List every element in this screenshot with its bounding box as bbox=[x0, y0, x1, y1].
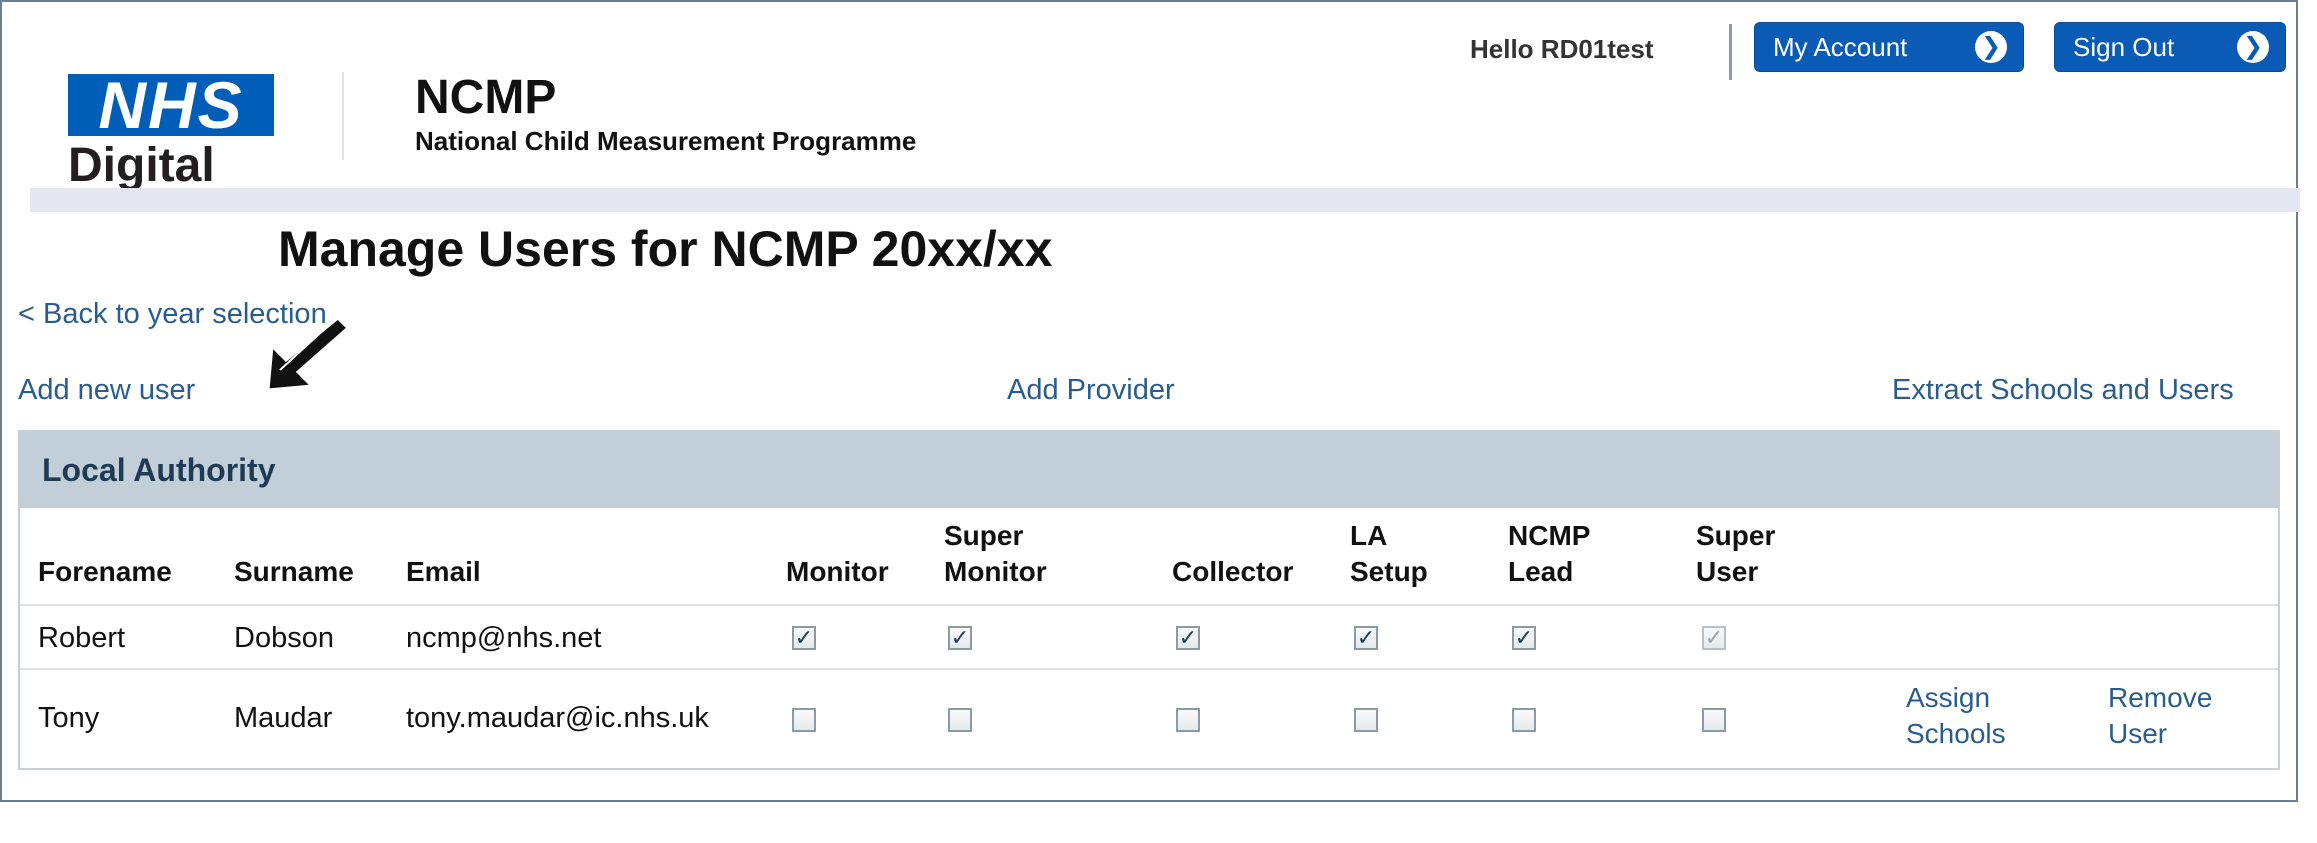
user-greeting: Hello RD01test bbox=[1470, 34, 1654, 64]
header-divider bbox=[342, 72, 344, 160]
cell-surname: Dobson bbox=[234, 622, 334, 654]
chevron-right-icon: ❯ bbox=[2237, 31, 2269, 63]
cell-email: ncmp@nhs.net bbox=[406, 622, 602, 654]
col-monitor: Monitor bbox=[786, 556, 889, 587]
sign-out-button[interactable]: Sign Out ❯ bbox=[2054, 22, 2286, 72]
col-forename: Forename bbox=[38, 556, 172, 587]
app-title: NCMP bbox=[415, 71, 557, 124]
col-la-setup: LA Setup bbox=[1350, 518, 1428, 590]
col-super-monitor: Super Monitor bbox=[944, 518, 1047, 590]
header-band bbox=[30, 188, 2300, 212]
col-la-setup-line1: LA bbox=[1350, 520, 1388, 551]
cell-surname: Maudar bbox=[234, 702, 333, 734]
assign-schools-link[interactable]: Assign Schools bbox=[1906, 680, 2006, 752]
app-subtitle: National Child Measurement Programme bbox=[415, 126, 917, 156]
assign-schools-line2: Schools bbox=[1906, 718, 2006, 749]
monitor-checkbox[interactable] bbox=[792, 708, 816, 732]
site-header: NHS Digital NCMP National Child Measurem… bbox=[2, 2, 2296, 192]
remove-user-line2: User bbox=[2108, 718, 2168, 749]
sign-out-label: Sign Out bbox=[2073, 31, 2175, 62]
nhs-logo-mark: NHS bbox=[68, 72, 274, 138]
arrow-pointer-icon bbox=[266, 315, 350, 392]
col-surname: Surname bbox=[234, 556, 354, 587]
remove-user-link[interactable]: Remove User bbox=[2108, 680, 2212, 752]
col-super-monitor-line1: Super bbox=[944, 520, 1024, 551]
extract-schools-and-users-link[interactable]: Extract Schools and Users bbox=[1892, 374, 2234, 407]
assign-schools-line1: Assign bbox=[1906, 682, 1991, 713]
super-monitor-checkbox[interactable] bbox=[948, 708, 972, 732]
la-setup-checkbox[interactable]: ✓ bbox=[1354, 626, 1378, 650]
collector-checkbox[interactable] bbox=[1176, 708, 1200, 732]
add-new-user-link[interactable]: Add new user bbox=[18, 374, 195, 407]
page-title: Manage Users for NCMP 20xx/xx bbox=[278, 221, 1053, 277]
app-window: NHS Digital NCMP National Child Measurem… bbox=[0, 0, 2300, 802]
col-super-user-line2: User bbox=[1696, 556, 1759, 587]
my-account-label: My Account bbox=[1773, 31, 1908, 62]
col-email: Email bbox=[406, 556, 481, 587]
cell-forename: Robert bbox=[38, 622, 126, 654]
col-super-user: Super User bbox=[1696, 518, 1775, 590]
col-super-user-line1: Super bbox=[1696, 520, 1776, 551]
la-setup-checkbox[interactable] bbox=[1354, 708, 1378, 732]
chevron-right-icon: ❯ bbox=[1975, 31, 2007, 63]
col-la-setup-line2: Setup bbox=[1350, 556, 1428, 587]
add-provider-link[interactable]: Add Provider bbox=[1007, 374, 1175, 407]
col-ncmp-lead-line2: Lead bbox=[1508, 556, 1574, 587]
row-divider bbox=[20, 604, 2278, 606]
monitor-checkbox[interactable]: ✓ bbox=[792, 626, 816, 650]
remove-user-line1: Remove bbox=[2108, 682, 2213, 713]
local-authority-panel: Local Authority Forename Surname Email M… bbox=[18, 430, 2280, 770]
cell-forename: Tony bbox=[38, 702, 100, 734]
cell-email: tony.maudar@ic.nhs.uk bbox=[406, 702, 709, 734]
nhs-digital-logo: NHS Digital bbox=[68, 72, 280, 192]
col-ncmp-lead: NCMP Lead bbox=[1508, 518, 1590, 590]
super-monitor-checkbox[interactable]: ✓ bbox=[948, 626, 972, 650]
col-super-monitor-line2: Monitor bbox=[944, 556, 1047, 587]
greeting-divider bbox=[1729, 24, 1732, 80]
logo-digital-text: Digital bbox=[68, 139, 215, 192]
col-collector: Collector bbox=[1172, 556, 1294, 587]
super-user-checkbox[interactable] bbox=[1702, 708, 1726, 732]
super-user-checkbox: ✓ bbox=[1702, 626, 1726, 650]
ncmp-lead-checkbox[interactable] bbox=[1512, 708, 1536, 732]
collector-checkbox[interactable]: ✓ bbox=[1176, 626, 1200, 650]
panel-heading: Local Authority bbox=[20, 432, 2278, 508]
col-ncmp-lead-line1: NCMP bbox=[1508, 520, 1591, 551]
my-account-button[interactable]: My Account ❯ bbox=[1754, 22, 2024, 72]
row-divider bbox=[20, 668, 2278, 670]
ncmp-lead-checkbox[interactable]: ✓ bbox=[1512, 626, 1536, 650]
